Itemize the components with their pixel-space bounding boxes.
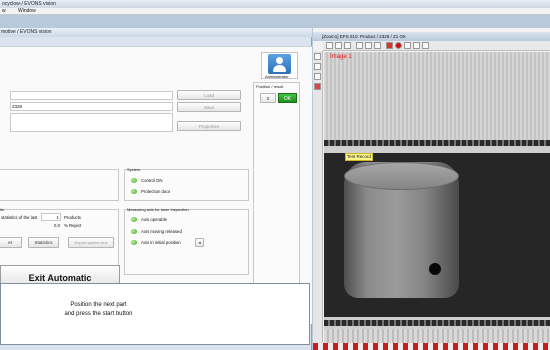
measure-icon[interactable] [314,63,321,70]
message-box: Position the next part and press the sta… [0,283,310,345]
position-result-label: Position / result [256,84,284,89]
properties-button[interactable]: Properties [177,121,241,131]
fit-icon[interactable] [356,42,363,49]
protection-door-label: Protection door [141,189,171,194]
system-panel [124,169,249,201]
select-icon[interactable] [314,53,321,60]
reject-value: 0.0 [54,223,60,228]
menu-bar: w Window [0,8,550,15]
roi-label[interactable]: Test Record [345,153,374,161]
roi-icon[interactable] [374,42,381,49]
part-cylinder-top [344,162,459,190]
position-small-button[interactable]: 0 [260,93,276,103]
status-strip [313,343,550,350]
camera-icon[interactable] [404,42,411,49]
menu-item-view[interactable]: w [2,8,6,15]
ok-button[interactable]: OK [278,93,297,103]
window-title: ocyclow-/ EVONS vision [0,0,550,8]
settings-icon[interactable] [422,42,429,49]
image-label: Image 1 [330,54,352,60]
zoom-in-icon[interactable] [335,42,342,49]
message-line-2: and press the start button [64,311,133,317]
measuring-title: Measuring axis for laser inspection [127,207,189,212]
control-window: motive / EVONS vision Administrator 2328… [0,28,312,350]
control-on-led [131,178,137,183]
control-on-label: Control ON [141,178,163,183]
number-field[interactable]: 2328 [10,102,173,111]
protection-door-led [131,189,137,194]
axis-arrow-button[interactable]: ◂ [195,238,204,247]
stop-icon[interactable] [395,42,402,49]
axis-operable-led [131,217,137,222]
part-hole [429,263,441,275]
image-background-top [324,52,550,140]
position-result-panel: Position / result [253,82,300,303]
image-side-toolbar [313,51,323,350]
menu-item-window[interactable]: Window [18,8,36,15]
zoom-out-icon[interactable] [344,42,351,49]
reset-button[interactable]: et [0,237,22,248]
image-window: [Zoom1] EPS 810: Product / 2328 / Z1 OK … [313,28,550,350]
message-text: Position the next part and press the sta… [1,301,196,319]
cursor-tool-icon[interactable] [326,42,333,49]
axis-operable-label: Axis operable [141,217,168,222]
product-field[interactable] [10,91,173,100]
load-button[interactable]: Load [177,90,241,100]
left-upper-panel [0,169,119,201]
statistics-button[interactable]: Statistics [28,237,59,248]
export-system-text-button[interactable]: Export system text [68,237,114,248]
color-icon[interactable] [314,83,321,90]
user-icon [268,54,291,74]
description-field[interactable] [10,113,173,132]
stats-count-unit: Products [64,215,81,220]
axis-moving-label: Axis moving released [141,229,182,234]
reject-unit: % Reject [64,223,82,228]
image-window-title: [Zoom1] EPS 810: Product / 2328 / Z1 OK [313,32,550,41]
image-toolbar [323,41,550,51]
stats-count-field[interactable]: 1 [41,213,61,221]
results-title: lts [0,207,4,212]
camera-image[interactable] [324,52,550,349]
histogram-icon[interactable] [314,73,321,80]
image-icon[interactable] [413,42,420,49]
control-window-title: motive / EVONS vision [0,28,312,37]
save-button[interactable]: Save [177,102,241,112]
user-name: Administrator [265,74,289,79]
system-title: System [127,167,141,172]
record-icon[interactable] [386,42,393,49]
image-band-top [324,140,550,146]
message-line-1: Position the next part [70,302,127,308]
user-box[interactable]: Administrator [261,52,298,79]
axis-moving-led [131,229,137,234]
axis-initial-label: Axis in initial position [141,240,181,245]
image-band-bottom [324,320,550,326]
axis-initial-led [131,240,137,245]
stats-label: statistics of the last [1,215,38,220]
grid-icon[interactable] [365,42,372,49]
